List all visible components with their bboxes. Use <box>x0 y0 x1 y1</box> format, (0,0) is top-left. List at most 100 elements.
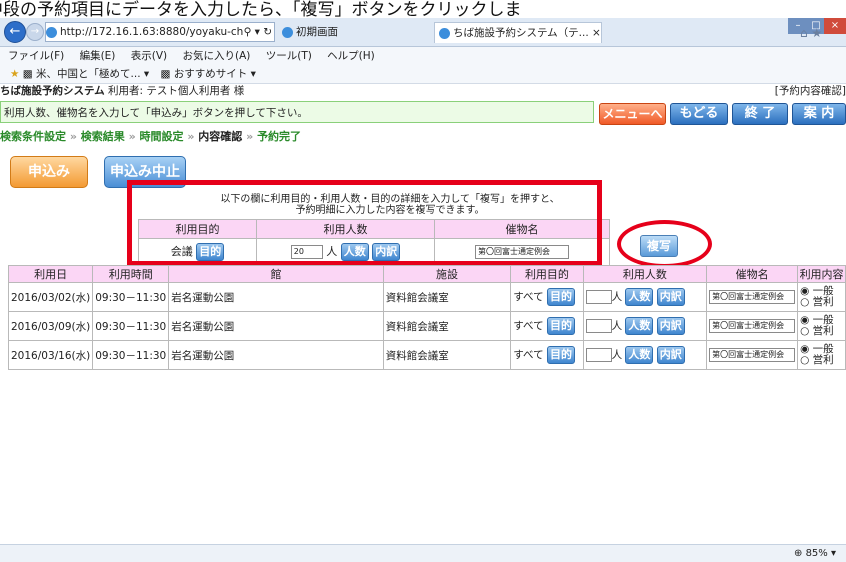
breadcrumb-content-confirm: 内容確認 <box>198 130 243 143</box>
row-hall: 岩名運動公園 <box>168 282 384 312</box>
breadcrumb: 検索条件設定 » 検索結果 » 時間設定 » 内容確認 » 予約完了 <box>0 130 302 143</box>
row-date: 2016/03/09(水) <box>7 311 94 341</box>
tab-reservation-system[interactable]: ちば施設予約システム（テ... × <box>434 22 602 43</box>
search-refresh-icon[interactable]: ⚲ ▾ ↻ <box>244 23 272 41</box>
row-time: 09:30－11:30 <box>92 282 170 312</box>
table-row: 2016/03/02(水) 09:30－11:30 岩名運動公園 資料館会議室 … <box>7 282 846 312</box>
guide-button[interactable]: 案 内 <box>792 103 846 125</box>
tab-label: ちば施設予約システム（テ... <box>453 27 589 39</box>
menu-favorites[interactable]: お気に入り(A) <box>182 50 250 62</box>
table-row: 2016/03/16(水) 09:30－11:30 岩名運動公園 資料館会議室 … <box>7 340 846 370</box>
instruction-caption: 中段の予約項目にデータを入力したら、「複写」ボタンをクリックしま <box>0 0 522 20</box>
table-row: 2016/03/09(水) 09:30－11:30 岩名運動公園 資料館会議室 … <box>7 311 846 341</box>
count-input[interactable] <box>585 348 612 362</box>
breakdown-button[interactable]: 内訳 <box>656 346 685 364</box>
zoom-icon: ⊕ <box>793 548 803 559</box>
menu-tools[interactable]: ツール(T) <box>266 50 312 62</box>
row-event-cell: 第〇回富士通定例会 <box>706 282 799 312</box>
star-icon[interactable]: ★ <box>10 68 19 80</box>
col-event: 催物名 <box>706 265 799 283</box>
count-unit: 人 <box>611 291 623 303</box>
radio-commercial[interactable]: ○ 営利 <box>800 355 843 366</box>
tab-label: 初期画面 <box>296 26 338 38</box>
row-facility: 資料館会議室 <box>382 311 512 341</box>
count-button[interactable]: 人数 <box>625 317 654 335</box>
event-input[interactable]: 第〇回富士通定例会 <box>709 348 796 362</box>
breakdown-button[interactable]: 内訳 <box>656 288 685 306</box>
col-count: 利用人数 <box>582 265 708 283</box>
page-label: [予約内容確認] <box>774 85 846 97</box>
radio-commercial[interactable]: ○ 営利 <box>800 297 843 308</box>
radio-label: 営利 <box>812 325 834 337</box>
url-field[interactable]: http://172.16.1.63:8880/yoyaku-ch ⚲ ▾ ↻ <box>45 22 275 42</box>
row-date: 2016/03/02(水) <box>7 282 94 312</box>
purpose-button[interactable]: 目的 <box>547 346 575 364</box>
row-purpose: すべて <box>513 349 544 361</box>
back-button[interactable]: もどる <box>670 103 728 125</box>
radio-label: 営利 <box>812 354 834 366</box>
count-button[interactable]: 人数 <box>625 346 654 364</box>
row-count-cell: 人 人数 内訳 <box>582 311 708 341</box>
page-icon: ▩ <box>22 68 33 80</box>
row-purpose-cell: すべて 目的 <box>510 282 584 312</box>
menu-help[interactable]: ヘルプ(H) <box>327 50 375 62</box>
system-header: ちば施設予約システム 利用者: テスト個人利用者 様 [予約内容確認] <box>0 84 846 98</box>
reservation-table: 利用日 利用時間 館 施設 利用目的 利用人数 催物名 利用内容 2016/03… <box>7 265 846 370</box>
end-button[interactable]: 終 了 <box>732 103 788 125</box>
menu-file[interactable]: ファイル(F) <box>8 50 64 62</box>
row-facility: 資料館会議室 <box>382 340 512 370</box>
favorite-item-suggested[interactable]: ▩ おすすめサイト ▾ <box>161 68 256 80</box>
browser-menu-bar: ファイル(F) 編集(E) 表示(V) お気に入り(A) ツール(T) ヘルプ(… <box>0 47 846 65</box>
back-arrow-icon[interactable]: ← <box>4 21 26 43</box>
radio-commercial[interactable]: ○ 営利 <box>800 326 843 337</box>
row-purpose-cell: すべて 目的 <box>510 340 584 370</box>
menu-button[interactable]: メニューへ <box>599 103 666 125</box>
row-count-cell: 人 人数 内訳 <box>582 282 708 312</box>
col-facility: 施設 <box>382 265 512 283</box>
breakdown-button[interactable]: 内訳 <box>656 317 685 335</box>
zoom-control[interactable]: ⊕ 85% ▾ <box>794 545 836 562</box>
col-hall: 館 <box>168 265 384 283</box>
ie-icon <box>439 27 450 39</box>
count-unit: 人 <box>611 320 623 332</box>
close-icon[interactable]: × <box>592 27 601 39</box>
row-purpose: すべて <box>513 291 544 303</box>
user-label: 利用者: テスト個人利用者 様 <box>108 85 245 97</box>
ie-icon <box>46 26 57 38</box>
count-button[interactable]: 人数 <box>625 288 654 306</box>
favorite-label: おすすめサイト <box>173 68 248 80</box>
apply-button[interactable]: 申込み <box>10 156 88 188</box>
forward-arrow-icon[interactable]: → <box>26 23 44 41</box>
row-hall: 岩名運動公園 <box>168 340 384 370</box>
page-icon: ▩ <box>160 68 171 80</box>
row-facility: 資料館会議室 <box>382 282 512 312</box>
row-time: 09:30－11:30 <box>92 340 170 370</box>
count-unit: 人 <box>611 349 623 361</box>
row-purpose-cell: すべて 目的 <box>510 311 584 341</box>
event-input[interactable]: 第〇回富士通定例会 <box>709 319 796 333</box>
purpose-button[interactable]: 目的 <box>547 288 575 306</box>
menu-edit[interactable]: 編集(E) <box>80 50 116 62</box>
count-input[interactable] <box>585 290 612 304</box>
col-purpose: 利用目的 <box>510 265 584 283</box>
highlight-box <box>127 180 602 266</box>
col-usage: 利用内容 <box>797 265 846 283</box>
system-name: ちば施設予約システム <box>0 85 105 97</box>
row-event-cell: 第〇回富士通定例会 <box>706 340 799 370</box>
home-icon[interactable]: ⌂ ★ <box>800 26 822 40</box>
window-close-icon[interactable]: × <box>824 18 846 34</box>
row-usage-cell: ◉ 一般 ○ 営利 <box>797 340 846 370</box>
ie-icon <box>282 26 293 38</box>
tab-initial-screen[interactable]: 初期画面 <box>278 22 432 42</box>
purpose-button[interactable]: 目的 <box>547 317 575 335</box>
count-input[interactable] <box>585 319 612 333</box>
col-time: 利用時間 <box>92 265 170 283</box>
instruction-bar: 利用人数、催物名を入力して「申込み」ボタンを押して下さい。 <box>0 101 594 123</box>
favorite-item-news[interactable]: ▩ 米、中国と「極めて... ▾ <box>23 68 149 80</box>
favorites-bar: ★ ▩ 米、中国と「極めて... ▾ ▩ おすすめサイト ▾ <box>0 65 846 84</box>
col-date: 利用日 <box>7 265 94 283</box>
row-date: 2016/03/16(水) <box>7 340 94 370</box>
event-input[interactable]: 第〇回富士通定例会 <box>709 290 796 304</box>
row-usage-cell: ◉ 一般 ○ 営利 <box>797 311 846 341</box>
menu-view[interactable]: 表示(V) <box>131 50 167 62</box>
